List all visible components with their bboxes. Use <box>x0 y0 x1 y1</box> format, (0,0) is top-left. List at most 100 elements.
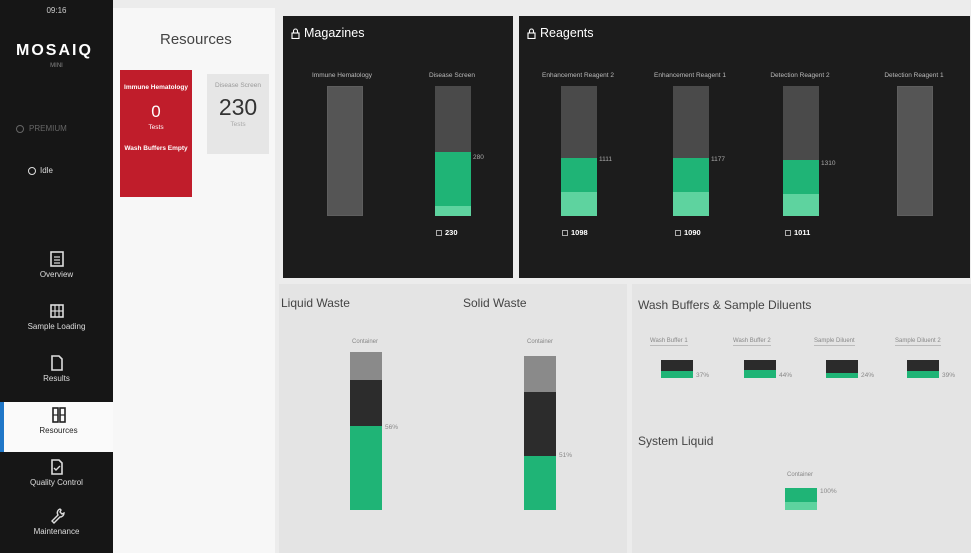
card-title: Disease Screen <box>215 82 261 89</box>
level-fill <box>673 158 709 216</box>
reagent-label: Detection Reagent 2 <box>770 72 830 79</box>
system-liquid-container-label: Container <box>786 472 813 478</box>
status-label: Idle <box>40 166 53 175</box>
system-liquid-title: System Liquid <box>638 434 714 448</box>
count-icon <box>785 229 791 236</box>
wash-item-percent: 39% <box>942 372 956 379</box>
tube-count: 1090 <box>675 228 701 237</box>
nav-resources-label: Resources <box>39 426 78 435</box>
tube-empty-space <box>350 380 382 426</box>
reagents-header: Reagents <box>527 26 594 40</box>
nav-maintenance[interactable]: Maintenance <box>0 503 113 553</box>
count-value: 1098 <box>571 228 588 237</box>
lock-icon <box>291 27 300 39</box>
level-fill <box>907 371 939 378</box>
tube-cap <box>524 356 556 392</box>
level-fill <box>826 373 858 378</box>
liquid-waste-container-label: Container <box>351 339 378 345</box>
wash-buffer-2-gauge[interactable] <box>744 360 776 378</box>
reagent-tube[interactable] <box>561 86 597 216</box>
tube-count: 230 <box>436 228 458 237</box>
nav-sample-loading[interactable]: Sample Loading <box>0 298 113 348</box>
overview-icon <box>49 251 64 267</box>
nav-overview-label: Overview <box>39 270 74 279</box>
immune-hematology-card[interactable]: Immune Hematology 0 Tests Wash Buffers E… <box>120 70 192 197</box>
magazine-label: Immune Hematology <box>312 72 372 79</box>
nav-results[interactable]: Results <box>0 350 113 400</box>
level-fill <box>783 160 819 216</box>
reagent-label: Enhancement Reagent 2 <box>542 72 614 79</box>
magazine-label: Disease Screen <box>429 72 475 79</box>
nav-resources[interactable]: Resources <box>0 402 113 452</box>
card-title: Immune Hematology <box>124 84 188 91</box>
device-icon <box>16 124 24 133</box>
wash-item-percent: 37% <box>696 372 710 379</box>
app-logo: MOSAIQ <box>16 42 93 59</box>
max-level-label: 1310 <box>821 160 836 167</box>
reagent-tube-empty[interactable] <box>897 86 933 216</box>
count-value: 1011 <box>794 228 811 237</box>
tube-cap <box>350 352 382 380</box>
reagents-panel: Reagents Enhancement Reagent 2 1111 1098… <box>519 16 970 278</box>
wash-buffer-1-gauge[interactable] <box>661 360 693 378</box>
solid-waste-container-label: Container <box>526 339 553 345</box>
magazine-tube-empty[interactable] <box>327 86 363 216</box>
reagent-label: Enhancement Reagent 1 <box>654 72 726 79</box>
system-liquid-gauge[interactable] <box>785 488 817 510</box>
card-unit: Tests <box>230 121 246 128</box>
wash-item-label: Sample Diluent 2 <box>895 338 941 346</box>
card-count: 0 <box>151 102 161 121</box>
nav-maintenance-label: Maintenance <box>33 527 80 536</box>
reagents-title: Reagents <box>540 26 594 40</box>
instrument-status: Idle <box>28 166 53 175</box>
level-fill <box>435 152 471 216</box>
wash-item-label: Wash Buffer 2 <box>733 338 771 346</box>
sample-diluent-gauge[interactable] <box>826 360 858 378</box>
waste-panel <box>279 284 627 553</box>
card-warning: Wash Buffers Empty <box>124 145 188 152</box>
max-level-label: 1111 <box>599 156 613 163</box>
level-fill-low <box>435 206 471 216</box>
device-indicator[interactable]: PREMIUM <box>16 124 67 133</box>
quality-check-icon <box>50 459 63 475</box>
liquid-waste-tube[interactable] <box>350 352 382 510</box>
nav-quality-control[interactable]: Quality Control <box>0 454 113 504</box>
level-fill-low <box>785 502 817 510</box>
wash-item-percent: 44% <box>779 372 793 379</box>
max-level-label: 280 <box>473 154 484 161</box>
sample-diluent-2-gauge[interactable] <box>907 360 939 378</box>
status-icon <box>28 166 36 175</box>
magazines-header: Magazines <box>291 26 364 40</box>
max-level-label: 1177 <box>711 156 725 163</box>
solid-waste-tube[interactable] <box>524 356 556 510</box>
disease-screen-card[interactable]: Disease Screen 230 Tests <box>207 74 269 154</box>
nav-results-label: Results <box>43 374 70 383</box>
clock: 09:16 <box>46 6 67 15</box>
liquid-waste-title: Liquid Waste <box>281 296 350 310</box>
magazine-tube[interactable] <box>435 86 471 216</box>
device-label: PREMIUM <box>29 124 67 133</box>
count-icon <box>675 229 681 236</box>
card-count: 230 <box>218 94 258 120</box>
liquid-waste-percent: 56% <box>385 424 399 431</box>
tube-empty-space <box>524 392 556 456</box>
app-logo-subtitle: MINI <box>50 63 63 69</box>
resources-icon <box>51 407 66 423</box>
level-fill <box>524 456 556 510</box>
reagent-tube[interactable] <box>673 86 709 216</box>
level-fill-low <box>561 192 597 216</box>
level-fill <box>350 426 382 510</box>
magazines-title: Magazines <box>304 26 365 40</box>
nav-overview[interactable]: Overview <box>0 246 113 296</box>
sidebar: 09:16 MOSAIQ MINI PREMIUM Idle Overview … <box>0 0 113 553</box>
magazines-panel: Magazines Immune Hematology Disease Scre… <box>283 16 513 278</box>
wash-buffers-panel <box>632 284 971 553</box>
reagent-tube[interactable] <box>783 86 819 216</box>
lock-icon <box>527 27 536 39</box>
nav-quality-control-label: Quality Control <box>30 478 83 487</box>
system-liquid-percent: 100% <box>820 488 837 495</box>
level-fill <box>744 370 776 378</box>
wrench-icon <box>50 508 65 524</box>
count-value: 230 <box>445 228 458 237</box>
level-fill <box>561 158 597 216</box>
